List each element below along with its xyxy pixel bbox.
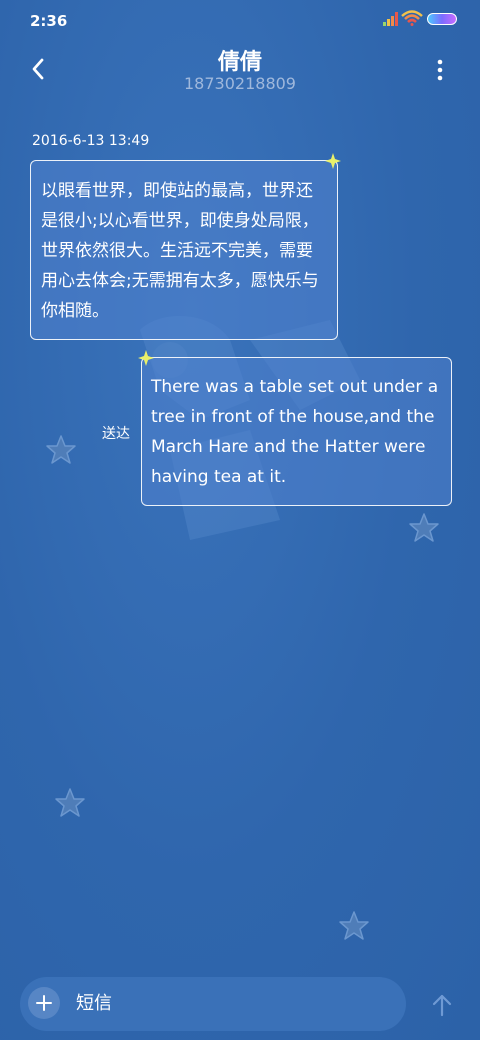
decorative-star-icon	[46, 435, 76, 464]
contact-name: 倩倩	[217, 50, 262, 75]
send-button[interactable]	[428, 990, 456, 1020]
contact-phone-number: 18730218809	[184, 74, 296, 93]
wifi-icon	[401, 10, 423, 26]
message-timestamp: 2016-6-13 13:49	[32, 133, 150, 149]
decorative-star-icon	[339, 911, 369, 940]
sms-input[interactable]: 短信	[76, 990, 376, 1018]
outgoing-message-text: There was a table set out under a tree i…	[151, 377, 444, 487]
incoming-message-text: 以眼看世界，即使站的最高，世界还是很小;以心看世界，即使身处局限，世界依然很大。…	[41, 181, 319, 321]
sparkle-star-icon	[325, 153, 341, 169]
arrow-up-icon	[432, 994, 452, 1017]
outgoing-message-bubble[interactable]: There was a table set out under a tree i…	[141, 357, 452, 506]
plus-icon	[36, 995, 52, 1011]
more-options-button[interactable]	[428, 54, 452, 86]
signal-icon	[383, 12, 398, 26]
add-attachment-button[interactable]	[28, 987, 60, 1019]
more-vertical-icon	[437, 59, 443, 81]
decorative-star-icon	[409, 513, 439, 542]
status-time: 2:36	[30, 12, 68, 30]
battery-icon	[427, 13, 457, 25]
decorative-star-icon	[55, 788, 85, 817]
sparkle-star-icon	[138, 350, 154, 366]
message-sent-status: 送达	[102, 426, 130, 442]
incoming-message-bubble[interactable]: 以眼看世界，即使站的最高，世界还是很小;以心看世界，即使身处局限，世界依然很大。…	[30, 160, 338, 340]
status-bar: 2:36	[0, 0, 480, 40]
